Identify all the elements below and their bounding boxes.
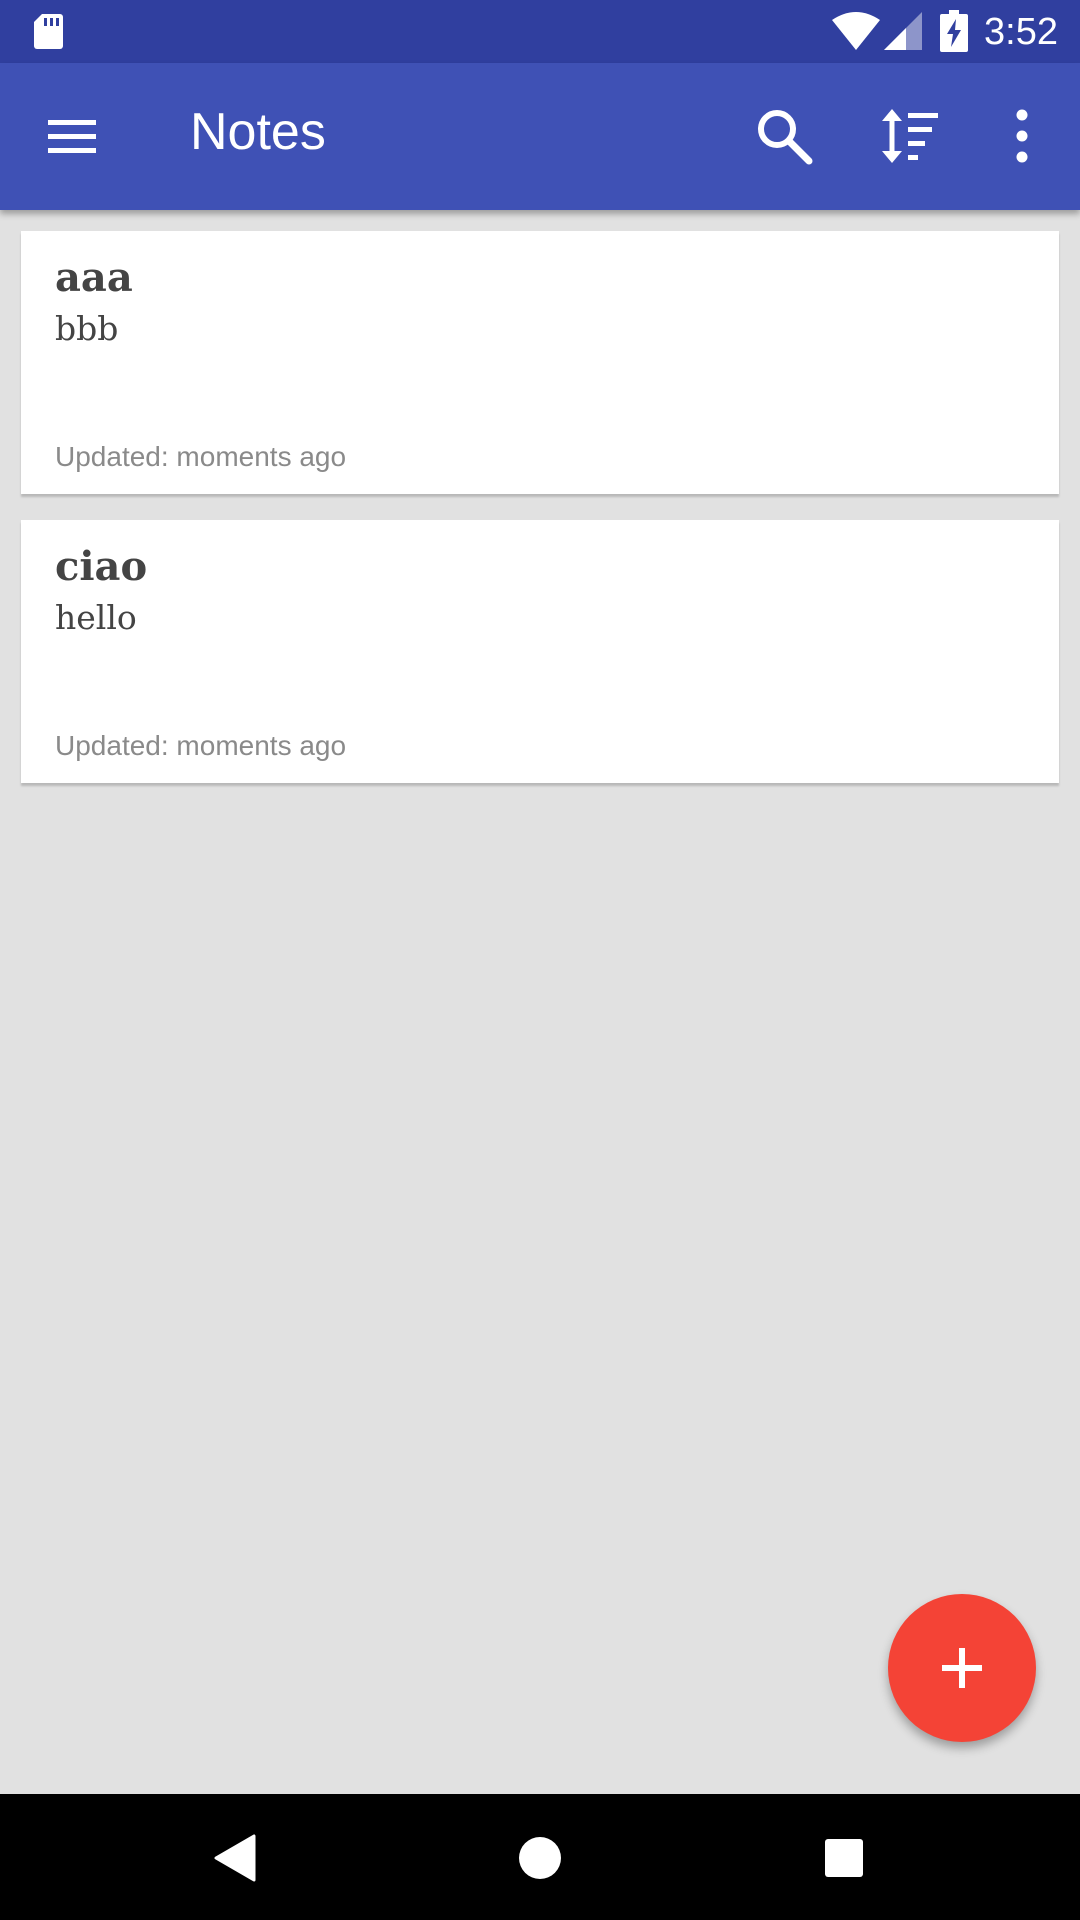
- note-title: ciao: [55, 543, 148, 590]
- more-vert-icon[interactable]: [1004, 107, 1040, 165]
- note-title: aaa: [55, 254, 133, 301]
- note-updated-time: Updated: moments ago: [55, 441, 347, 472]
- menu-icon[interactable]: [44, 111, 100, 161]
- note-body: bbb: [55, 309, 119, 348]
- wifi-icon: [832, 12, 880, 50]
- note-card[interactable]: ciao hello Updated: moments ago: [21, 520, 1059, 783]
- add-note-button[interactable]: [888, 1594, 1036, 1742]
- home-icon[interactable]: [518, 1836, 562, 1880]
- recents-icon[interactable]: [824, 1838, 864, 1878]
- system-nav-bar: [0, 1794, 1080, 1920]
- back-icon[interactable]: [214, 1834, 256, 1882]
- note-updated-time: Updated: moments ago: [55, 730, 347, 761]
- notes-list: aaa bbb Updated: moments ago ciao hello …: [21, 231, 1059, 809]
- status-time: 3:52: [984, 11, 1058, 53]
- plus-icon: [942, 1648, 982, 1688]
- note-card[interactable]: aaa bbb Updated: moments ago: [21, 231, 1059, 494]
- sd-card-icon: [34, 14, 63, 49]
- status-bar: 3:52: [0, 0, 1080, 63]
- page-title: Notes: [190, 103, 326, 161]
- search-icon[interactable]: [755, 107, 813, 165]
- battery-charging-icon: [940, 10, 968, 52]
- cell-signal-icon: [884, 12, 922, 50]
- note-body: hello: [55, 598, 137, 637]
- sort-icon[interactable]: [880, 107, 940, 165]
- app-bar: Notes: [0, 63, 1080, 210]
